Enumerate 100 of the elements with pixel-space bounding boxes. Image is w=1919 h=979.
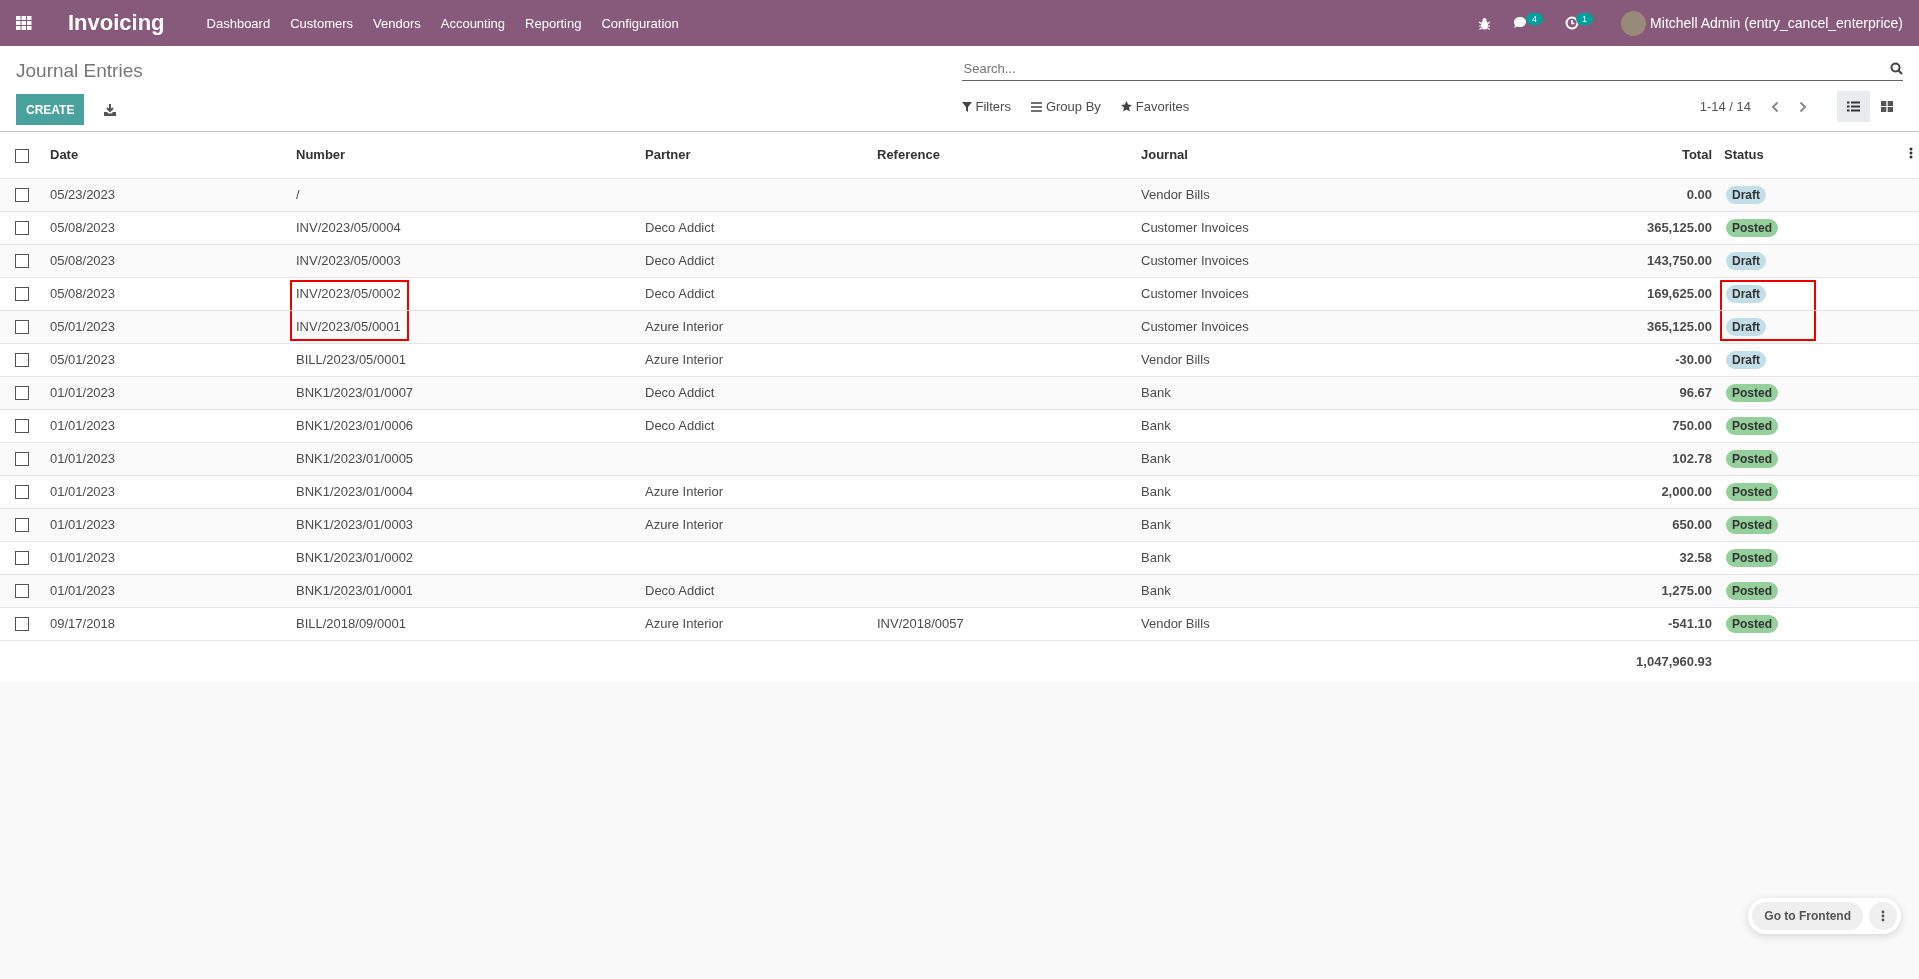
table-cell: BNK1/2023/01/0002 (296, 550, 414, 565)
table-cell: Deco Addict (645, 418, 715, 433)
status-badge: Posted (1726, 581, 1778, 600)
table-row[interactable]: 01/01/2023 BNK1/2023/01/0004 Azure Interior Bank 2,000.00 Posted (0, 475, 1919, 508)
table-row[interactable]: 01/01/2023 BNK1/2023/01/0001 Deco Addict Bank 1,275.00 Posted (0, 574, 1919, 607)
table-cell: 05/08/2023 (50, 220, 116, 235)
table-row[interactable]: 05/08/2023 INV/2023/05/0004 Deco Addict Customer Invoices 365,125.00 Posted (0, 211, 1919, 244)
table-cell: 05/23/2023 (50, 187, 116, 202)
table-row[interactable]: 01/01/2023 BNK1/2023/01/0003 Azure Interior Bank 650.00 Posted (0, 508, 1919, 541)
row-checkbox[interactable] (15, 551, 29, 566)
table-row[interactable]: 05/23/2023 / Vendor Bills 0.00 Draft (0, 178, 1919, 211)
table-cell: INV/2023/05/0004 (296, 220, 401, 235)
pager-text: 1-14 / 14 (1699, 99, 1751, 114)
table-cell: -541.10 (1667, 616, 1712, 631)
column-header[interactable]: Status (1724, 147, 1764, 163)
table-cell: 32.58 (1679, 550, 1712, 565)
status-badge: Draft (1726, 284, 1766, 303)
table-cell: Deco Addict (645, 583, 715, 598)
status-badge: Draft (1726, 185, 1766, 204)
table-row[interactable]: 05/08/2023 INV/2023/05/0003 Deco Addict Customer Invoices 143,750.00 Draft (0, 244, 1919, 277)
go-to-frontend-button[interactable]: Go to Frontend (1752, 902, 1863, 930)
table-row[interactable]: 01/01/2023 BNK1/2023/01/0006 Deco Addict Bank 750.00 Posted (0, 409, 1919, 442)
star-icon (1120, 101, 1132, 112)
table-cell: 1,275.00 (1661, 583, 1712, 598)
row-checkbox[interactable] (15, 221, 29, 236)
status-badge: Posted (1726, 515, 1778, 534)
status-badge: Posted (1726, 482, 1778, 501)
table-cell: -30.00 (1675, 352, 1712, 367)
table-cell: 01/01/2023 (50, 583, 116, 598)
column-header[interactable]: Journal (1141, 147, 1188, 163)
search-option-button[interactable]: Favorites (1120, 99, 1190, 114)
search-option-button[interactable]: Group By (1030, 99, 1101, 114)
table-cell: Customer Invoices (1141, 220, 1249, 235)
row-checkbox[interactable] (15, 584, 29, 599)
table-cell: BILL/2023/05/0001 (296, 352, 406, 367)
column-header[interactable]: Date (50, 147, 79, 163)
table-cell: BNK1/2023/01/0006 (296, 418, 414, 433)
table-row[interactable]: 09/17/2018 BILL/2018/09/0001 Azure Interior INV/2018/0057 Vendor Bills -541.10 Posted (0, 607, 1919, 640)
status-badge: Posted (1726, 218, 1778, 237)
column-header[interactable]: Reference (877, 147, 940, 163)
chevron-left-icon[interactable] (1771, 100, 1779, 113)
status-badge: Posted (1726, 416, 1778, 435)
status-badge: Posted (1726, 614, 1778, 633)
table-cell: 05/01/2023 (50, 319, 116, 334)
table-cell: Customer Invoices (1141, 253, 1249, 268)
table-cell: 01/01/2023 (50, 517, 116, 532)
menu-item[interactable]: Reporting (525, 15, 582, 31)
column-header[interactable]: Number (296, 147, 346, 163)
row-checkbox[interactable] (15, 353, 29, 368)
table-cell: Customer Invoices (1141, 319, 1249, 334)
user-name[interactable]: Mitchell Admin (entry_cancel_enterprice) (1650, 15, 1903, 31)
menu-item[interactable]: Customers (290, 15, 354, 31)
row-checkbox[interactable] (15, 320, 29, 335)
app-name[interactable]: Invoicing (68, 10, 165, 36)
row-checkbox[interactable] (15, 254, 29, 269)
table-row[interactable]: 01/01/2023 BNK1/2023/01/0005 Bank 102.78 Posted (0, 442, 1919, 475)
table-row[interactable]: 05/08/2023 INV/2023/05/0002 Deco Addict Customer Invoices 169,625.00 Draft (0, 277, 1919, 310)
menu-item[interactable]: Accounting (440, 15, 506, 31)
table-row[interactable]: 05/01/2023 INV/2023/05/0001 Azure Interior Customer Invoices 365,125.00 Draft (0, 310, 1919, 343)
table-cell: Bank (1141, 550, 1171, 565)
download-icon[interactable] (104, 103, 117, 116)
table-row[interactable]: 05/01/2023 BILL/2023/05/0001 Azure Interior Vendor Bills -30.00 Draft (0, 343, 1919, 376)
menu-item[interactable]: Dashboard (206, 15, 271, 31)
table-cell: Bank (1141, 385, 1171, 400)
row-checkbox[interactable] (15, 287, 29, 302)
column-header[interactable]: Total (1681, 147, 1712, 163)
row-checkbox[interactable] (15, 386, 29, 401)
table-cell: Deco Addict (645, 286, 715, 301)
row-checkbox[interactable] (15, 617, 29, 632)
view-switch-button[interactable] (1837, 91, 1870, 122)
table-cell: INV/2023/05/0003 (296, 253, 401, 268)
apps-grid-icon[interactable] (16, 16, 32, 30)
bug-icon[interactable] (1478, 16, 1492, 30)
row-checkbox[interactable] (15, 518, 29, 533)
table-cell: 01/01/2023 (50, 385, 116, 400)
table-cell: Azure Interior (645, 484, 724, 499)
select-all-checkbox[interactable] (15, 148, 29, 163)
menu-item[interactable]: Configuration (601, 15, 679, 31)
row-checkbox[interactable] (15, 419, 29, 434)
clock-icon[interactable] (1565, 16, 1580, 30)
table-cell: INV/2023/05/0002 (296, 286, 401, 301)
grid-icon (1880, 101, 1893, 112)
row-checkbox[interactable] (15, 452, 29, 467)
table-cell: BNK1/2023/01/0007 (296, 385, 414, 400)
table-cell: Azure Interior (645, 517, 724, 532)
search-option-button[interactable]: Filters (961, 99, 1011, 114)
table-cell: BNK1/2023/01/0001 (296, 583, 414, 598)
column-header[interactable]: Partner (645, 147, 691, 163)
chevron-right-icon[interactable] (1799, 100, 1807, 113)
status-badge: Posted (1726, 449, 1778, 468)
table-cell: Vendor Bills (1141, 616, 1210, 631)
menu-item[interactable]: Vendors (373, 15, 421, 31)
row-checkbox[interactable] (15, 188, 29, 203)
search-icon[interactable] (1890, 61, 1903, 75)
table-row[interactable]: 01/01/2023 BNK1/2023/01/0007 Deco Addict Bank 96.67 Posted (0, 376, 1919, 409)
kebab-menu-icon[interactable] (1909, 147, 1913, 160)
search-field[interactable]: Search... (961, 60, 1890, 76)
table-row[interactable]: 01/01/2023 BNK1/2023/01/0002 Bank 32.58 Posted (0, 541, 1919, 574)
row-checkbox[interactable] (15, 485, 29, 500)
table-cell: 05/01/2023 (50, 352, 116, 367)
